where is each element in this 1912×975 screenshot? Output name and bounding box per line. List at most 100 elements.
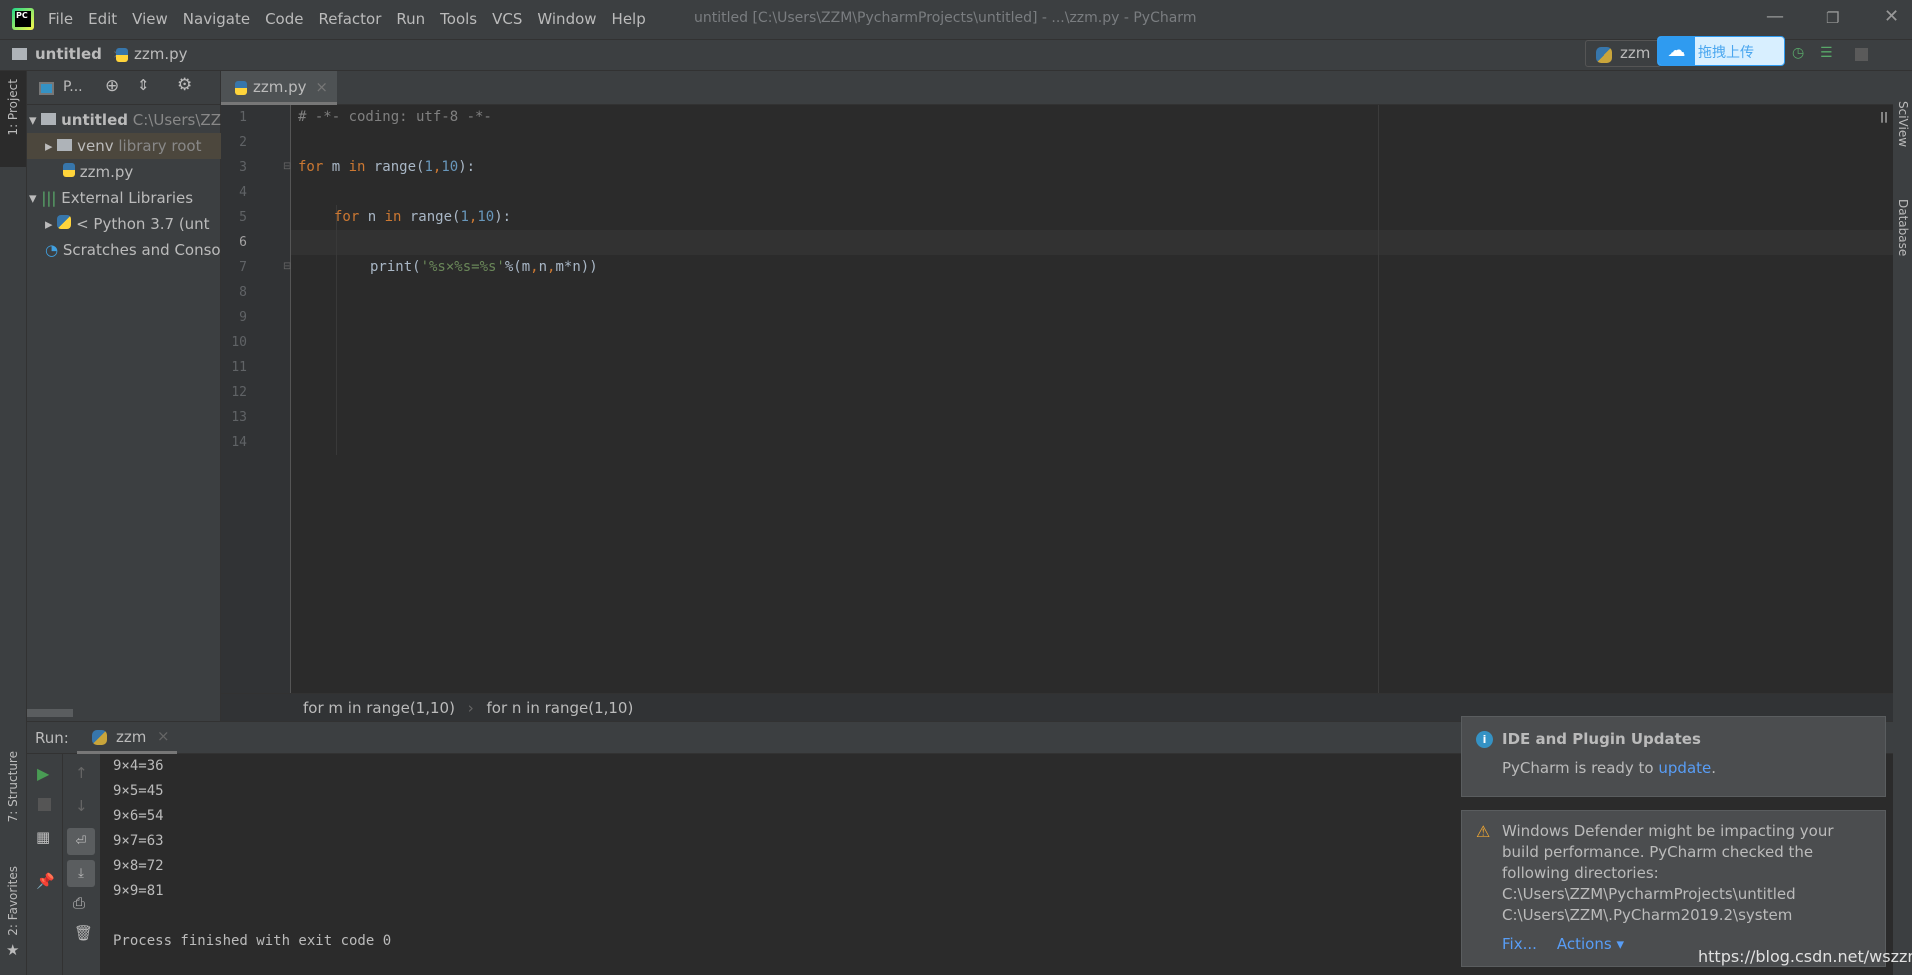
token: , bbox=[530, 259, 539, 275]
expand-arrow-icon: ▸ bbox=[45, 137, 58, 155]
current-line-highlight bbox=[291, 230, 1893, 255]
run-toolbar: ▶ ▦ 📌 bbox=[27, 754, 63, 975]
code-line-5: for n in range(1,10): bbox=[334, 205, 511, 230]
pause-inspections-icon[interactable]: || bbox=[1880, 110, 1888, 123]
line-number: 5 bbox=[239, 210, 247, 225]
breadcrumb-item[interactable]: for m in range(1,10) bbox=[303, 699, 455, 717]
trash-icon[interactable]: 🗑 bbox=[74, 924, 93, 942]
fold-end-icon[interactable]: ⊟ bbox=[283, 261, 291, 272]
up-arrow-icon[interactable]: ↑ bbox=[75, 764, 88, 782]
cloud-icon: ☁ bbox=[1658, 37, 1695, 65]
nav-project[interactable]: untitled bbox=[35, 45, 102, 63]
notification-line: build performance. PyCharm checked the bbox=[1502, 843, 1814, 861]
project-view-dropdown[interactable]: P... bbox=[63, 79, 83, 95]
pin-icon[interactable]: 📌 bbox=[36, 872, 55, 890]
project-tool-button[interactable]: 1: Project bbox=[0, 71, 26, 167]
rerun-icon[interactable]: ▶ bbox=[37, 764, 49, 783]
stop-icon[interactable] bbox=[1855, 48, 1868, 61]
minimize-button[interactable]: — bbox=[1766, 6, 1784, 27]
expand-arrow-icon: ▾ bbox=[29, 111, 42, 129]
token: for bbox=[298, 159, 324, 175]
expand-arrow-icon: ▾ bbox=[29, 189, 42, 207]
tab-zzm-py[interactable]: zzm.py × bbox=[221, 71, 337, 105]
code-line-1: # -*- coding: utf-8 -*- bbox=[298, 109, 492, 125]
menu-code[interactable]: Code bbox=[265, 10, 303, 28]
menu-refactor[interactable]: Refactor bbox=[318, 10, 381, 28]
breadcrumb-item[interactable]: for n in range(1,10) bbox=[487, 699, 634, 717]
python-file-icon bbox=[235, 81, 247, 95]
notification-line: Windows Defender might be impacting your bbox=[1502, 822, 1834, 840]
tree-item-external-libraries[interactable]: ▾ ||| External Libraries bbox=[27, 185, 221, 211]
token: for bbox=[334, 209, 360, 225]
menu-vcs[interactable]: VCS bbox=[492, 10, 522, 28]
scroll-to-end-icon[interactable]: ⤓ bbox=[67, 860, 95, 887]
collapse-all-icon[interactable]: ⇕ bbox=[137, 76, 150, 94]
locate-icon[interactable]: ⊕ bbox=[105, 76, 119, 96]
notification-title: IDE and Plugin Updates bbox=[1502, 730, 1701, 748]
sciview-tool-button[interactable]: SciView bbox=[1896, 101, 1910, 147]
down-arrow-icon[interactable]: ↓ bbox=[75, 797, 88, 815]
line-number: 12 bbox=[231, 385, 247, 400]
menu-navigate[interactable]: Navigate bbox=[183, 10, 250, 28]
notification-line: C:\Users\ZZM\.PyCharm2019.2\system bbox=[1502, 906, 1793, 924]
token: '%s×%s=%s' bbox=[420, 259, 505, 275]
baidu-upload-widget[interactable]: ☁ 拖拽上传 bbox=[1657, 36, 1785, 66]
tree-item-scratches[interactable]: ◔ Scratches and Conso bbox=[27, 237, 221, 263]
token: range( bbox=[401, 209, 461, 225]
restore-button[interactable]: ❐ bbox=[1826, 9, 1839, 27]
print-icon[interactable]: ⎙ bbox=[73, 894, 85, 912]
close-tab-icon[interactable]: × bbox=[157, 727, 170, 745]
menu-tools[interactable]: Tools bbox=[440, 10, 477, 28]
tab-label: zzm.py bbox=[253, 78, 307, 96]
fix-link[interactable]: Fix... bbox=[1502, 935, 1537, 953]
notification-line: following directories: bbox=[1502, 864, 1659, 882]
project-panel: P... ⊕ ⇕ ⚙ ▾ untitled C:\Users\ZZ ▸ venv… bbox=[27, 71, 221, 721]
soft-wrap-icon[interactable]: ⏎ bbox=[67, 828, 95, 855]
token: range( bbox=[365, 159, 425, 175]
tree-item-untitled[interactable]: ▾ untitled C:\Users\ZZ bbox=[27, 107, 221, 133]
database-tool-button[interactable]: Database bbox=[1896, 199, 1910, 256]
right-tool-strip: SciView Database bbox=[1893, 71, 1912, 975]
token: ): bbox=[494, 209, 512, 225]
close-button[interactable]: ✕ bbox=[1884, 6, 1899, 27]
gear-icon[interactable]: ⚙ bbox=[177, 75, 192, 95]
menu-window[interactable]: Window bbox=[537, 10, 596, 28]
run-config-label: zzm bbox=[1620, 44, 1651, 62]
menu-edit[interactable]: Edit bbox=[88, 10, 117, 28]
menu-file[interactable]: File bbox=[48, 10, 73, 28]
run-concurrency-icon[interactable]: ☰ bbox=[1820, 45, 1833, 61]
token: 10 bbox=[441, 159, 459, 175]
menu-run[interactable]: Run bbox=[396, 10, 425, 28]
run-coverage-icon[interactable]: ◷ bbox=[1792, 45, 1804, 61]
restore-layout-icon[interactable]: ▦ bbox=[36, 828, 50, 846]
nav-file[interactable]: zzm.py bbox=[134, 45, 188, 63]
tree-item-python[interactable]: ▸ < Python 3.7 (unt bbox=[27, 211, 221, 237]
tree-item-venv[interactable]: ▸ venv library root bbox=[27, 133, 221, 159]
indent-guide bbox=[336, 205, 337, 455]
horizontal-scrollbar[interactable] bbox=[27, 709, 73, 717]
tree-label: zzm.py bbox=[79, 163, 134, 181]
close-tab-icon[interactable]: × bbox=[315, 78, 328, 96]
update-link[interactable]: update bbox=[1658, 759, 1711, 777]
notification-updates: i IDE and Plugin Updates PyCharm is read… bbox=[1461, 716, 1886, 797]
code-editor[interactable]: || 1 2 3 4 5 6 7 8 9 10 11 12 13 14 ⊟ ⊟ … bbox=[221, 105, 1893, 693]
stop-icon[interactable] bbox=[38, 798, 51, 811]
run-tab-zzm[interactable]: zzm × bbox=[77, 722, 177, 754]
python-icon bbox=[57, 215, 72, 229]
menu-bar: File Edit View Navigate Code Refactor Ru… bbox=[48, 10, 646, 28]
tree-item-zzm-py[interactable]: zzm.py bbox=[27, 159, 221, 185]
window-title: untitled [C:\Users\ZZM\PycharmProjects\u… bbox=[694, 10, 1197, 26]
code-line-3: for m in range(1,10): bbox=[298, 155, 475, 180]
notification-text: PyCharm is ready to bbox=[1502, 759, 1659, 777]
token: ): bbox=[458, 159, 476, 175]
output-line: 9×9=81 bbox=[113, 883, 164, 899]
line-number: 11 bbox=[231, 360, 247, 375]
run-configuration-dropdown[interactable]: zzm bbox=[1585, 40, 1662, 67]
favorites-tool-button[interactable]: 2: Favorites bbox=[6, 866, 20, 936]
fold-icon[interactable]: ⊟ bbox=[283, 161, 291, 172]
menu-view[interactable]: View bbox=[132, 10, 168, 28]
line-number: 7 bbox=[239, 260, 247, 275]
structure-tool-button[interactable]: 7: Structure bbox=[6, 751, 20, 822]
menu-help[interactable]: Help bbox=[612, 10, 646, 28]
actions-dropdown[interactable]: Actions ▾ bbox=[1557, 935, 1624, 953]
